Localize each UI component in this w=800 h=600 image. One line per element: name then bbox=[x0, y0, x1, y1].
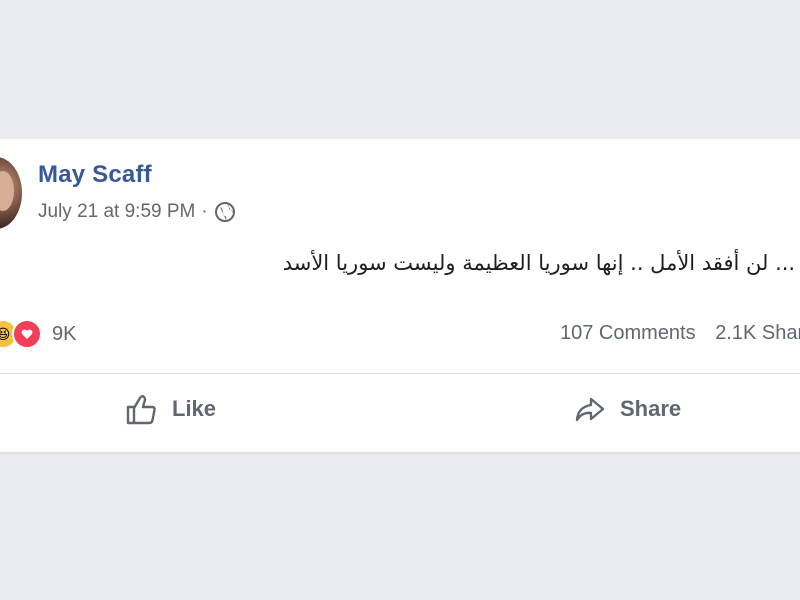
engagement-counts: 107 Comments 2.1K Shares bbox=[560, 322, 800, 345]
globe-icon[interactable] bbox=[214, 201, 236, 223]
author-name[interactable]: May Scaff bbox=[38, 161, 152, 189]
share-label: Share bbox=[620, 396, 682, 421]
comments-count[interactable]: 107 Comments bbox=[560, 322, 696, 344]
love-reaction-icon bbox=[12, 319, 42, 349]
post-text: لن أفقد الأمل ... لن أفقد الأمل .. إنها … bbox=[282, 251, 800, 275]
share-arrow-icon bbox=[575, 397, 605, 422]
like-label: Like bbox=[172, 396, 217, 421]
reactions-summary[interactable]: 😆 9K bbox=[0, 319, 76, 349]
page-background: May Scaff July 21 at 9:59 PM · لن أفقد ا… bbox=[0, 0, 800, 600]
avatar[interactable] bbox=[0, 157, 22, 229]
share-button[interactable]: Share bbox=[572, 391, 681, 427]
reaction-count[interactable]: 9K bbox=[52, 323, 76, 346]
like-button[interactable]: Like bbox=[124, 391, 216, 427]
shares-count[interactable]: 2.1K Shares bbox=[715, 322, 800, 344]
meta-separator: · bbox=[201, 201, 208, 222]
actions-divider bbox=[0, 373, 800, 374]
post-card: May Scaff July 21 at 9:59 PM · لن أفقد ا… bbox=[0, 139, 800, 454]
post-timestamp[interactable]: July 21 at 9:59 PM bbox=[38, 201, 195, 223]
post-meta: July 21 at 9:59 PM · bbox=[38, 201, 236, 223]
avatar-face bbox=[0, 171, 14, 211]
thumbs-up-icon bbox=[126, 395, 156, 425]
